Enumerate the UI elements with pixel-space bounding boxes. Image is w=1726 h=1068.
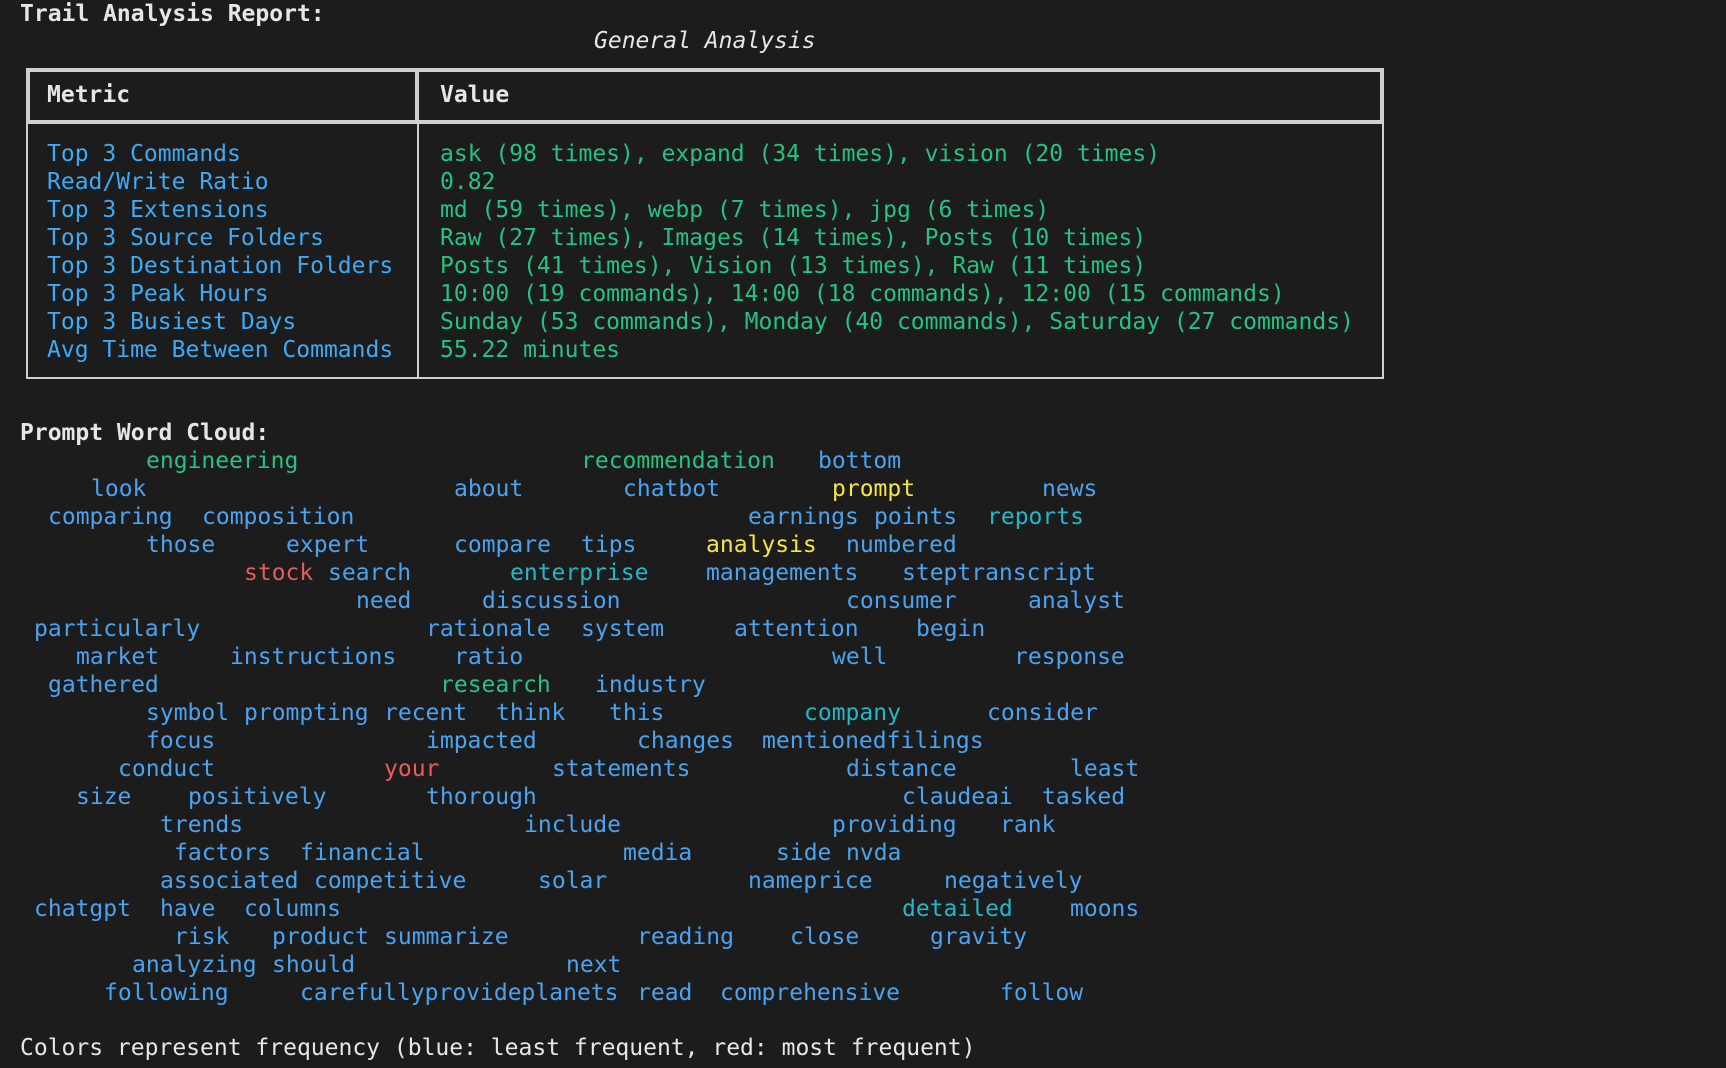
- cloud-word: need: [356, 588, 412, 614]
- cloud-word: consumer: [846, 588, 957, 614]
- cloud-word: numbered: [846, 532, 957, 558]
- cloud-word: product: [272, 924, 369, 950]
- cloud-word: prompt: [832, 476, 916, 502]
- cloud-word: solar: [538, 868, 608, 894]
- cloud-word: gravity: [930, 924, 1027, 950]
- cloud-word: well: [832, 644, 888, 670]
- cloud-word: have: [160, 896, 216, 922]
- cloud-word: look: [91, 476, 147, 502]
- cloud-word: industry: [595, 672, 706, 698]
- cloud-word: comprehensive: [720, 980, 901, 1006]
- cloud-word: trends: [160, 812, 244, 838]
- cloud-word: reports: [987, 504, 1084, 530]
- cloud-word: tips: [581, 532, 637, 558]
- word-cloud: engineering recommendation bottom look about…: [0, 0, 1726, 1068]
- cloud-word: compare: [454, 532, 551, 558]
- cloud-word: follow: [1000, 980, 1084, 1006]
- cloud-word: discussion: [482, 588, 621, 614]
- cloud-word: factors: [174, 840, 271, 866]
- cloud-word: news: [1042, 476, 1098, 502]
- cloud-word: composition: [202, 504, 355, 530]
- cloud-word: chatbot: [623, 476, 720, 502]
- cloud-word: expert: [286, 532, 370, 558]
- cloud-word: bottom: [818, 448, 902, 474]
- cloud-word: close: [790, 924, 860, 950]
- cloud-word: attention: [734, 616, 859, 642]
- cloud-word: earnings: [748, 504, 859, 530]
- cloud-word: response: [1014, 644, 1125, 670]
- cloud-word: recommendation: [581, 448, 775, 474]
- cloud-word: prompting: [244, 700, 369, 726]
- cloud-word: nameprice: [748, 868, 873, 894]
- cloud-word: least: [1070, 756, 1140, 782]
- cloud-word: nvda: [846, 840, 902, 866]
- cloud-word: changes: [637, 728, 734, 754]
- cloud-word: symbol: [146, 700, 230, 726]
- cloud-word: engineering: [146, 448, 299, 474]
- cloud-word: focus: [146, 728, 216, 754]
- cloud-word: reading: [637, 924, 734, 950]
- cloud-word: distance: [846, 756, 957, 782]
- cloud-word: enterprise: [510, 560, 649, 586]
- cloud-word: steptranscript: [902, 560, 1096, 586]
- cloud-word: should: [272, 952, 356, 978]
- cloud-word: moons: [1070, 896, 1140, 922]
- cloud-word: read: [637, 980, 693, 1006]
- cloud-word: this: [609, 700, 665, 726]
- cloud-word: financial: [300, 840, 425, 866]
- cloud-word: tasked: [1042, 784, 1126, 810]
- cloud-word: managements: [706, 560, 859, 586]
- cloud-word: impacted: [426, 728, 537, 754]
- cloud-word: detailed: [902, 896, 1013, 922]
- cloud-word: following: [104, 980, 229, 1006]
- cloud-word: side: [776, 840, 832, 866]
- cloud-word: search: [328, 560, 412, 586]
- cloud-word: stock: [244, 560, 314, 586]
- cloud-word: include: [524, 812, 621, 838]
- cloud-word: carefullyprovideplanets: [300, 980, 619, 1006]
- cloud-word: columns: [244, 896, 341, 922]
- cloud-word: statements: [552, 756, 691, 782]
- cloud-word: rationale: [426, 616, 551, 642]
- cloud-word: your: [384, 756, 440, 782]
- cloud-word: particularly: [34, 616, 201, 642]
- cloud-word: associated: [160, 868, 299, 894]
- cloud-word: claudeai: [902, 784, 1013, 810]
- cloud-word: those: [146, 532, 216, 558]
- cloud-word: points: [874, 504, 958, 530]
- cloud-word: summarize: [384, 924, 509, 950]
- cloud-word: recent: [384, 700, 468, 726]
- cloud-word: rank: [1000, 812, 1056, 838]
- cloud-word: research: [440, 672, 551, 698]
- cloud-word: system: [581, 616, 665, 642]
- cloud-word: negatively: [944, 868, 1083, 894]
- cloud-word: conduct: [118, 756, 215, 782]
- cloud-word: about: [454, 476, 524, 502]
- cloud-word: size: [76, 784, 132, 810]
- cloud-word: gathered: [48, 672, 159, 698]
- cloud-word: market: [76, 644, 160, 670]
- cloud-word: media: [623, 840, 693, 866]
- cloud-word: consider: [987, 700, 1098, 726]
- cloud-word: risk: [174, 924, 230, 950]
- cloud-word: providing: [832, 812, 957, 838]
- cloud-word: analyzing: [132, 952, 257, 978]
- cloud-word: think: [496, 700, 566, 726]
- cloud-word: comparing: [48, 504, 173, 530]
- cloud-word: next: [566, 952, 622, 978]
- cloud-word: begin: [916, 616, 986, 642]
- cloud-word: positively: [188, 784, 327, 810]
- cloud-word: analyst: [1028, 588, 1125, 614]
- cloud-word: analysis: [706, 532, 817, 558]
- cloud-word: company: [804, 700, 901, 726]
- color-legend: Colors represent frequency (blue: least …: [20, 1035, 976, 1061]
- cloud-word: instructions: [230, 644, 397, 670]
- cloud-word: chatgpt: [34, 896, 131, 922]
- cloud-word: thorough: [426, 784, 537, 810]
- cloud-word: mentionedfilings: [762, 728, 984, 754]
- cloud-word: competitive: [314, 868, 467, 894]
- cloud-word: ratio: [454, 644, 524, 670]
